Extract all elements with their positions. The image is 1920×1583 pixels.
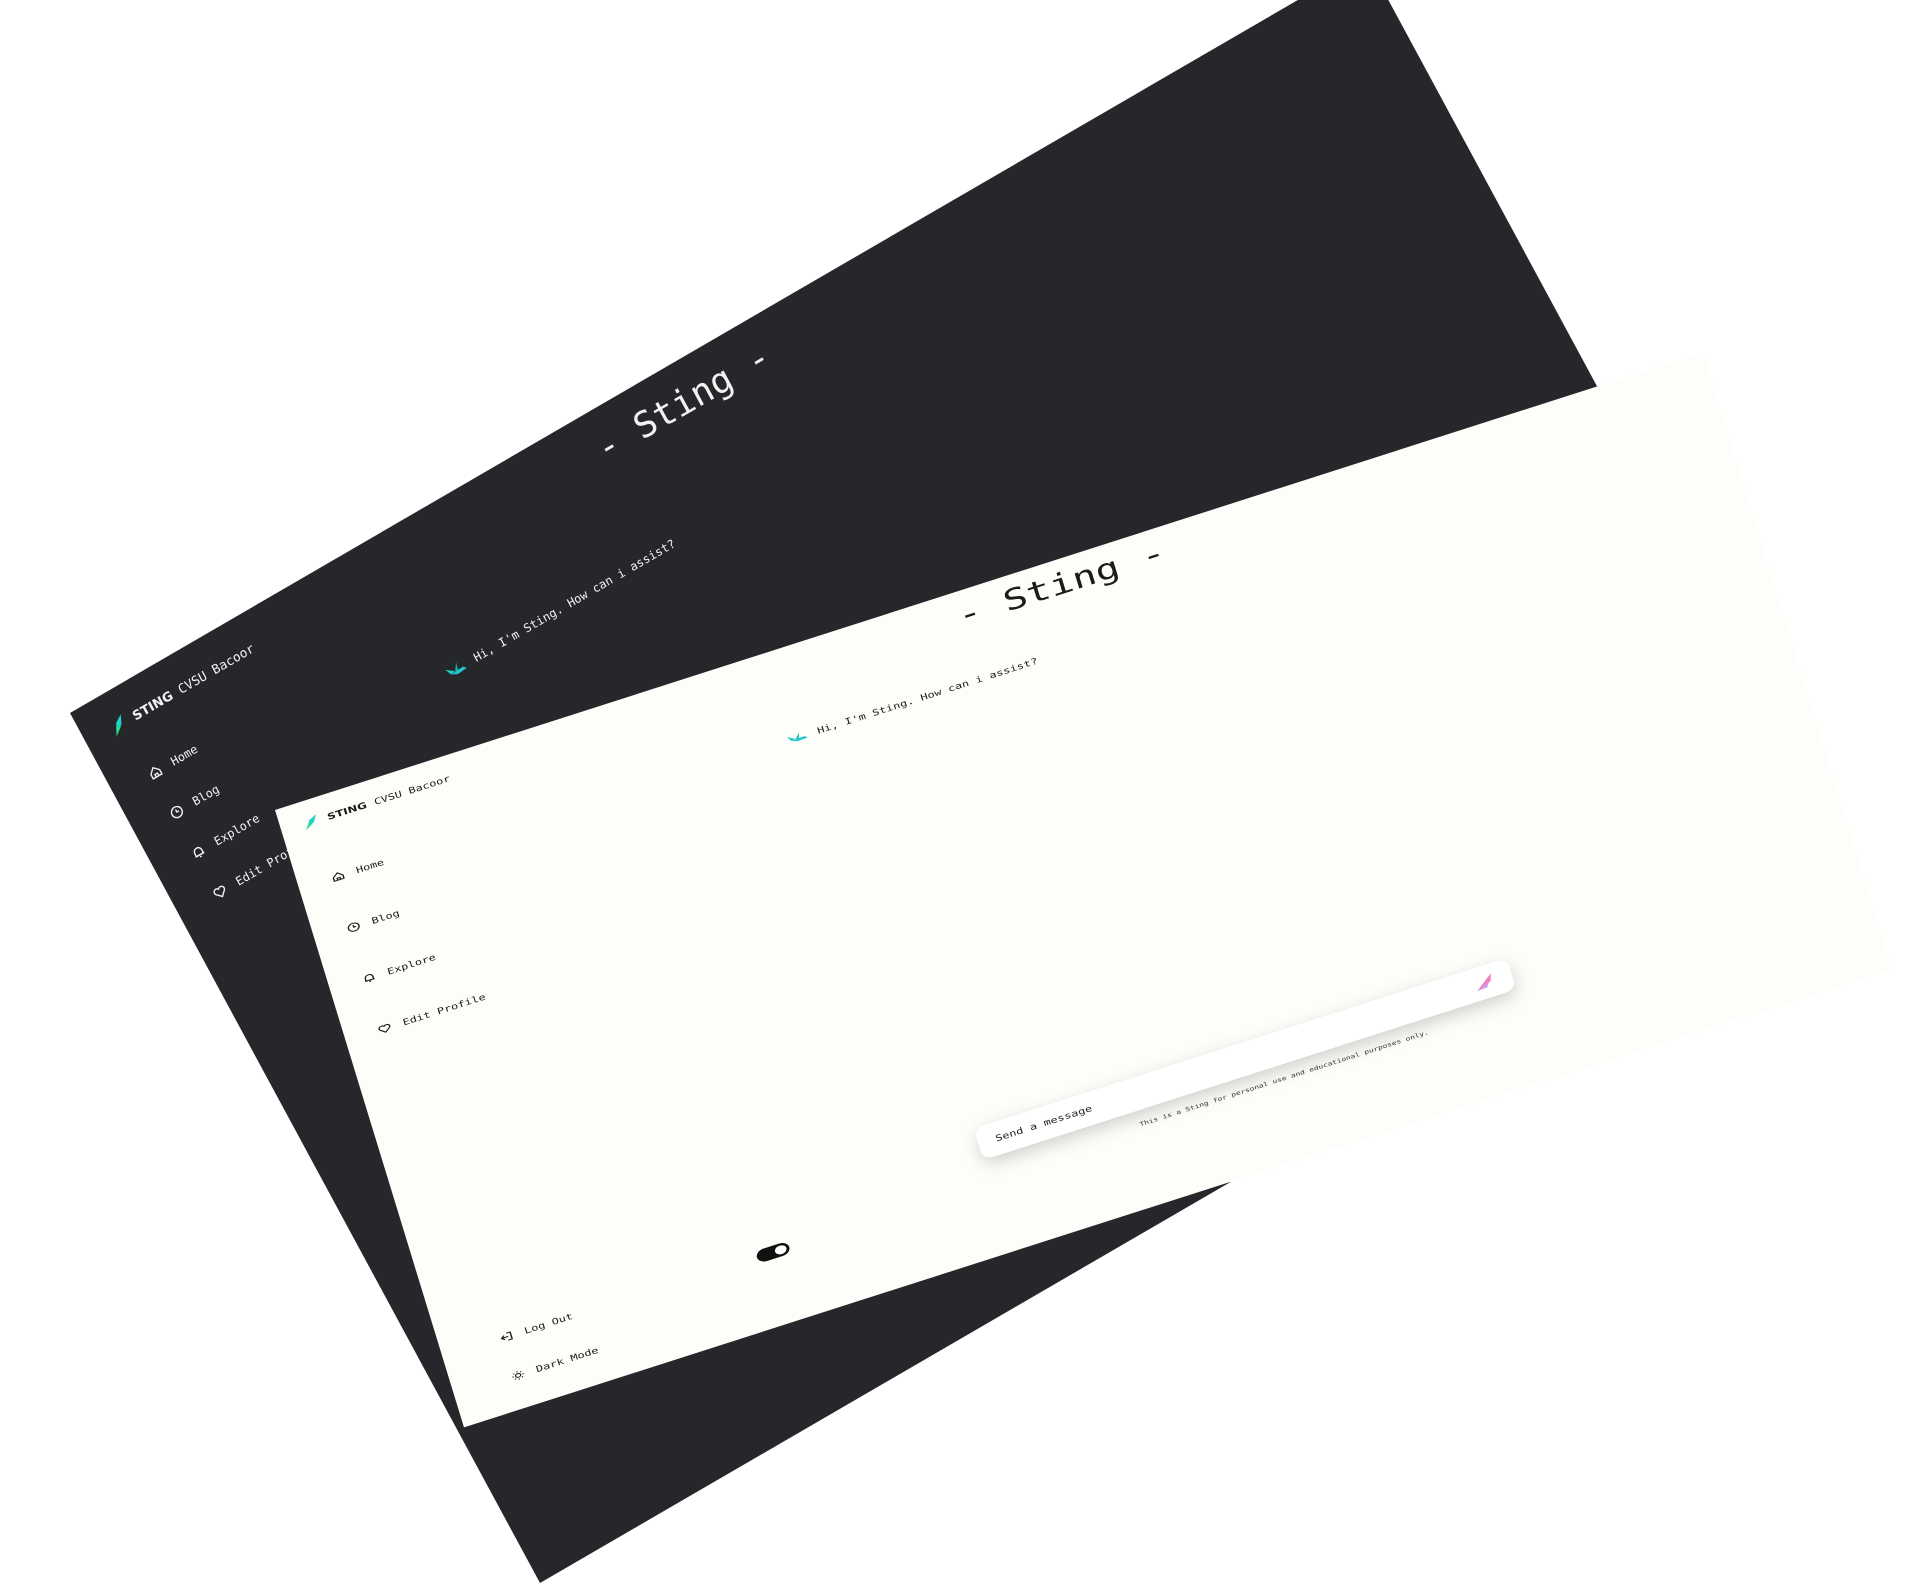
sidebar-item-label: Explore	[385, 951, 437, 977]
sidebar-item-label: Edit Profile	[401, 991, 487, 1028]
greeting-text: Hi, I'm Sting. How can i assist?	[815, 655, 1040, 736]
sidebar-item-label: Home	[354, 856, 386, 876]
light-window-preview: STING CVSU Bacoor Home Blog Explore Edit…	[0, 0, 1920, 1580]
bird-avatar-icon	[786, 732, 808, 742]
sidebar-nav: Home Blog Explore Edit Profile	[324, 819, 493, 1056]
message-input[interactable]	[991, 980, 1474, 1145]
sidebar-item-label: Blog	[370, 907, 401, 927]
dark-mode-label: Dark Mode	[534, 1344, 600, 1375]
home-icon	[332, 872, 345, 883]
logout-icon	[500, 1331, 513, 1341]
sidebar-bottom: Log Out Dark Mode	[494, 1292, 604, 1397]
assistant-greeting: Hi, I'm Sting. How can i assist?	[785, 655, 1039, 746]
light-mode-screen: STING CVSU Bacoor Home Blog Explore Edit…	[275, 352, 1892, 1428]
bird-logo-icon	[306, 814, 317, 831]
brand-name: STING	[325, 799, 369, 823]
bell-icon	[364, 974, 375, 983]
dark-mode-toggle[interactable]	[755, 1240, 792, 1264]
logout-label: Log Out	[522, 1310, 575, 1336]
sun-icon	[512, 1371, 524, 1380]
send-icon[interactable]	[1469, 969, 1499, 995]
message-composer	[973, 957, 1517, 1161]
heart-icon	[378, 1023, 391, 1033]
page-title: - Sting -	[953, 535, 1170, 634]
clock-icon	[347, 922, 360, 932]
brand-org: CVSU Bacoor	[372, 773, 452, 808]
